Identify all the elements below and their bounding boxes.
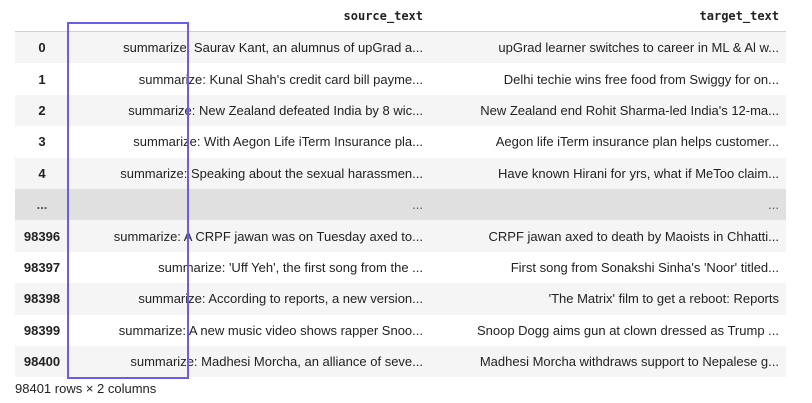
row-index: 0	[38, 40, 46, 56]
source-text-cell: summarize: With Aegon Life iTerm Insuran…	[133, 134, 423, 150]
source-text-cell: summarize: Kunal Shah's credit card bill…	[138, 71, 423, 87]
header-row: source_text target_text	[15, 0, 786, 32]
row-index: 1	[38, 71, 46, 87]
table-row: 3 summarize: With Aegon Life iTerm Insura…	[15, 126, 786, 158]
target-text-cell: ...	[768, 197, 779, 213]
row-index: ...	[36, 197, 48, 213]
source-text-cell: summarize: New Zealand defeated India by…	[128, 102, 423, 118]
table-row: 1 summarize: Kunal Shah's credit card bil…	[15, 63, 786, 95]
row-index: 98400	[23, 354, 61, 370]
target-text-cell: Have known Hirani for yrs, what if MeToo…	[497, 165, 779, 181]
source-text-cell: summarize: A new music video shows rappe…	[118, 322, 423, 338]
row-index: 98398	[23, 291, 61, 307]
target-text-cell: 'The Matrix' film to get a reboot: Repor…	[548, 291, 779, 307]
source-text-cell: summarize: 'Uff Yeh', the first song fro…	[158, 259, 423, 275]
dataframe-table: source_text target_text 0 summarize: Saur…	[15, 0, 786, 378]
row-index: 98396	[23, 228, 61, 244]
source-text-cell: summarize: Speaking about the sexual har…	[120, 165, 423, 181]
row-index: 3	[38, 134, 46, 150]
row-index: 98397	[23, 259, 61, 275]
table-row: 98400 summarize: Madhesi Morcha, an allia…	[15, 345, 786, 378]
target-text-cell: Delhi techie wins free food from Swiggy …	[503, 71, 779, 87]
source-text-cell: summarize: Madhesi Morcha, an alliance o…	[130, 354, 423, 370]
target-text-cell: New Zealand end Rohit Sharma-led India's…	[480, 102, 779, 118]
target-text-cell: Madhesi Morcha withdraws support to Nepa…	[479, 354, 779, 370]
table-row: 98397 summarize: 'Uff Yeh', the first son…	[15, 251, 786, 284]
target-text-cell: First song from Sonakshi Sinha's 'Noor' …	[510, 259, 779, 275]
target-text-cell: CRPF jawan axed to death by Maoists in C…	[488, 228, 779, 244]
source-text-cell: summarize: According to reports, a new v…	[138, 291, 423, 307]
shape-footer: 98401 rows × 2 columns	[15, 381, 157, 396]
table-row: 0 summarize: Saurav Kant, an alumnus of u…	[15, 31, 786, 64]
table-row: 98398 summarize: According to reports, a …	[15, 283, 786, 315]
target-text-cell: Aegon life iTerm insurance plan helps cu…	[495, 134, 779, 150]
source-text-cell: summarize: A CRPF jawan was on Tuesday a…	[113, 228, 423, 244]
table-row: 2 summarize: New Zealand defeated India b…	[15, 94, 786, 127]
target-text-cell: Snoop Dogg aims gun at clown dressed as …	[476, 322, 779, 338]
source-text-cell: summarize: Saurav Kant, an alumnus of up…	[123, 40, 423, 56]
column-header-target-text: target_text	[430, 0, 786, 32]
table-row: 4 summarize: Speaking about the sexual ha…	[15, 157, 786, 189]
column-header-source-text: source_text	[69, 0, 430, 32]
ellipsis-row: .........	[15, 188, 786, 221]
index-header	[15, 0, 69, 32]
table-body: 0 summarize: Saurav Kant, an alumnus of u…	[15, 31, 786, 378]
row-index: 4	[38, 165, 46, 181]
row-index: 2	[38, 102, 46, 118]
row-index: 98399	[23, 322, 61, 338]
table-row: 98396 summarize: A CRPF jawan was on Tues…	[15, 220, 786, 252]
table-row: 98399 summarize: A new music video shows …	[15, 314, 786, 346]
target-text-cell: upGrad learner switches to career in ML …	[498, 40, 779, 56]
source-text-cell: ...	[412, 197, 423, 213]
